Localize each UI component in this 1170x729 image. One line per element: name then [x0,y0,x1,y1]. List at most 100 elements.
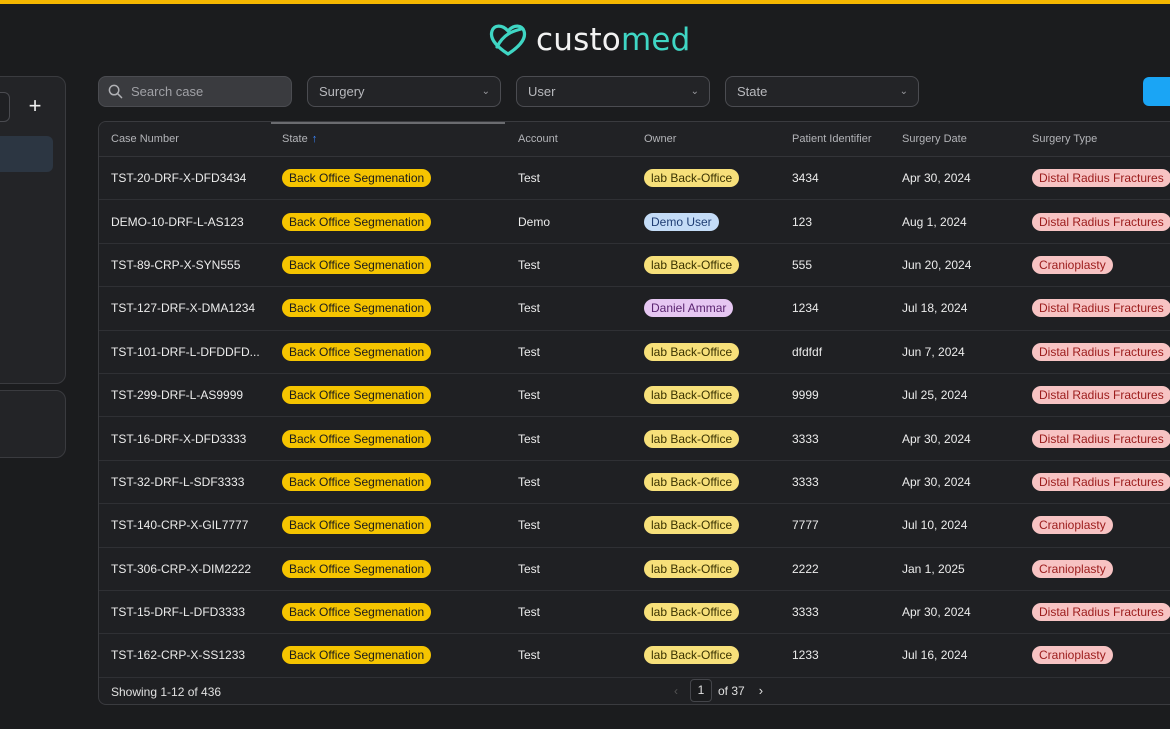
top-accent-bar [0,0,1170,4]
account-cell: Test [518,344,541,359]
state-badge: Back Office Segmenation [282,472,432,491]
surgery-type-badge: Cranioplasty [1032,559,1113,578]
account-cell: Test [518,648,541,663]
state-cell: Back Office Segmenation [282,472,432,491]
surgery-filter-label: Surgery [319,84,365,99]
left-panel-secondary [0,390,66,458]
column-header-owner[interactable]: Owner [644,133,676,145]
search-input[interactable] [131,84,281,99]
patient-identifier-cell: 9999 [792,388,819,403]
user-filter-select[interactable]: User ⌄ [516,76,710,107]
column-header-case-number[interactable]: Case Number [111,133,179,145]
surgery-filter-select[interactable]: Surgery ⌄ [307,76,501,107]
patient-identifier-cell: 3434 [792,171,819,186]
owner-cell: lab Back-Office [644,342,740,361]
surgery-date-cell: Jul 10, 2024 [902,518,968,533]
brand-logo: customed [488,22,691,58]
left-selected-item[interactable] [0,136,53,172]
column-header-surgery-type[interactable]: Surgery Type [1032,133,1097,145]
search-box[interactable] [98,76,292,107]
surgery-type-cell: Distal Radius Fractures [1032,603,1170,622]
column-header-patient-identifier[interactable]: Patient Identifier [792,133,872,145]
patient-identifier-cell: 123 [792,214,813,229]
cases-table: Case Number State ↑ Account Owner Patient… [98,121,1170,705]
state-cell: Back Office Segmenation [282,169,432,188]
surgery-date-cell: Apr 30, 2024 [902,474,971,489]
state-filter-select[interactable]: State ⌄ [725,76,919,107]
case-number-cell: TST-140-CRP-X-GIL7777 [111,518,249,533]
chevron-right-icon[interactable]: › [759,683,763,698]
state-column-indicator [271,122,505,124]
surgery-type-badge: Distal Radius Fractures [1032,429,1170,448]
patient-identifier-cell: 1234 [792,301,819,316]
results-count: Showing 1-12 of 436 [111,685,222,699]
owner-badge: lab Back-Office [644,255,740,274]
surgery-type-badge: Cranioplasty [1032,255,1113,274]
surgery-type-cell: Distal Radius Fractures [1032,212,1170,231]
case-number-cell: TST-16-DRF-X-DFD3333 [111,431,247,446]
table-row[interactable]: TST-306-CRP-X-DIM2222 Back Office Segmena… [99,548,1170,591]
left-filter-input[interactable] [0,92,10,122]
owner-cell: lab Back-Office [644,559,740,578]
plus-icon: + [28,93,42,118]
patient-identifier-cell: 555 [792,257,813,272]
surgery-type-cell: Cranioplasty [1032,559,1113,578]
table-row[interactable]: TST-16-DRF-X-DFD3333 Back Office Segmenat… [99,417,1170,461]
account-cell: Test [518,257,541,272]
heart-logo-icon [489,24,527,56]
column-header-state[interactable]: State ↑ [282,133,317,145]
table-row[interactable]: TST-32-DRF-L-SDF3333 Back Office Segmenat… [99,461,1170,505]
surgery-date-cell: Apr 30, 2024 [902,171,971,186]
table-body: TST-20-DRF-X-DFD3434 Back Office Segmenat… [99,157,1170,678]
state-badge: Back Office Segmenation [282,429,432,448]
table-row[interactable]: TST-162-CRP-X-SS1233 Back Office Segmenat… [99,634,1170,678]
state-badge: Back Office Segmenation [282,212,432,231]
account-cell: Test [518,171,541,186]
owner-cell: lab Back-Office [644,386,740,405]
state-cell: Back Office Segmenation [282,429,432,448]
surgery-type-cell: Distal Radius Fractures [1032,342,1170,361]
chevron-left-icon[interactable]: ‹ [674,684,684,698]
state-cell: Back Office Segmenation [282,342,432,361]
surgery-type-badge: Distal Radius Fractures [1032,169,1170,188]
column-header-surgery-date[interactable]: Surgery Date [902,133,967,145]
owner-badge: lab Back-Office [644,559,740,578]
surgery-date-cell: Jun 7, 2024 [902,344,965,359]
primary-action-button[interactable] [1143,77,1170,106]
case-number-cell: DEMO-10-DRF-L-AS123 [111,214,244,229]
table-row[interactable]: TST-127-DRF-X-DMA1234 Back Office Segmena… [99,287,1170,331]
current-page-input[interactable]: 1 [690,679,712,702]
case-number-cell: TST-306-CRP-X-DIM2222 [111,561,252,576]
surgery-type-cell: Distal Radius Fractures [1032,429,1170,448]
state-cell: Back Office Segmenation [282,646,432,665]
table-row[interactable]: DEMO-10-DRF-L-AS123 Back Office Segmenati… [99,200,1170,244]
surgery-type-badge: Cranioplasty [1032,516,1113,535]
state-badge: Back Office Segmenation [282,646,432,665]
brand-wordmark: customed [536,22,691,58]
owner-cell: lab Back-Office [644,603,740,622]
state-cell: Back Office Segmenation [282,603,432,622]
case-number-cell: TST-32-DRF-L-SDF3333 [111,474,245,489]
table-footer: Showing 1-12 of 436 ‹ 1 of 37 › [99,677,1170,704]
table-row[interactable]: TST-15-DRF-L-DFD3333 Back Office Segmenat… [99,591,1170,635]
chevron-down-icon: ⌄ [481,86,490,97]
table-row[interactable]: TST-140-CRP-X-GIL7777 Back Office Segmena… [99,504,1170,548]
surgery-type-badge: Distal Radius Fractures [1032,212,1170,231]
surgery-type-badge: Cranioplasty [1032,646,1113,665]
patient-identifier-cell: 3333 [792,605,819,620]
case-number-cell: TST-299-DRF-L-AS9999 [111,388,244,403]
patient-identifier-cell: dfdfdf [792,344,823,359]
table-row[interactable]: TST-20-DRF-X-DFD3434 Back Office Segmenat… [99,157,1170,201]
surgery-type-cell: Cranioplasty [1032,646,1113,665]
search-icon [108,84,123,99]
table-row[interactable]: TST-101-DRF-L-DFDDFD... Back Office Segme… [99,331,1170,374]
owner-badge: lab Back-Office [644,169,740,188]
surgery-date-cell: Jan 1, 2025 [902,561,965,576]
add-button[interactable]: + [22,94,48,120]
table-row[interactable]: TST-299-DRF-L-AS9999 Back Office Segmenat… [99,374,1170,418]
owner-badge: lab Back-Office [644,646,740,665]
page-count: of 37 [718,683,745,698]
table-row[interactable]: TST-89-CRP-X-SYN555 Back Office Segmenati… [99,244,1170,288]
surgery-type-cell: Cranioplasty [1032,255,1113,274]
column-header-account[interactable]: Account [518,133,558,145]
